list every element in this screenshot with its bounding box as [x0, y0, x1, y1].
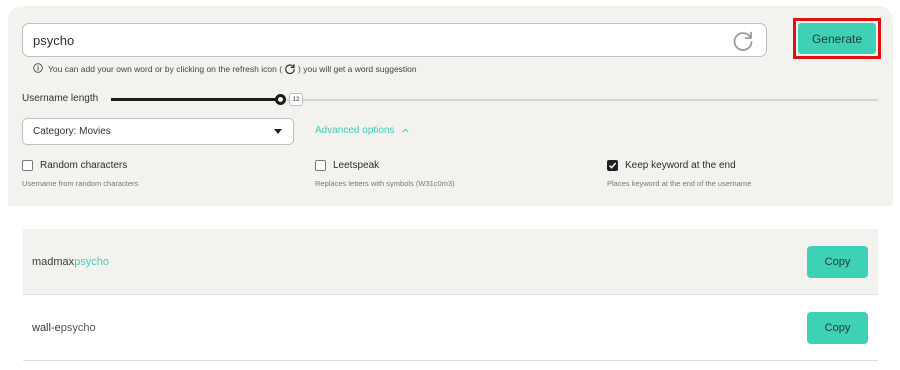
option-keep-keyword-end: Keep keyword at the end Places keyword a…	[607, 160, 751, 188]
generate-highlight: Generate	[793, 18, 881, 59]
username-keyword: psycho	[60, 322, 96, 334]
username-length-slider[interactable]: 12	[111, 93, 878, 107]
username-length-label: Username length	[22, 93, 99, 104]
copy-button[interactable]: Copy	[807, 312, 868, 344]
option-leetspeak: Leetspeak Replaces letters with symbols …	[315, 160, 455, 188]
chevron-up-icon	[401, 125, 409, 136]
option-label: Keep keyword at the end	[625, 160, 736, 171]
option-description: Username from random characters	[22, 179, 139, 188]
keyword-field[interactable]	[22, 23, 767, 57]
refresh-icon[interactable]	[730, 28, 756, 54]
list-item: wall-epsycho Copy	[23, 295, 878, 361]
username-prefix: wall-e	[32, 322, 61, 334]
random-characters-checkbox[interactable]	[22, 160, 33, 171]
info-icon	[33, 63, 43, 75]
copy-button[interactable]: Copy	[807, 246, 868, 278]
keyword-hint: You can add your own word or by clicking…	[33, 62, 417, 76]
category-selected: Category: Movies	[33, 126, 111, 137]
keep-keyword-end-checkbox[interactable]	[607, 160, 618, 171]
username-text: wall-epsycho	[32, 295, 96, 361]
username-keyword: psycho	[74, 256, 110, 268]
username-prefix: madmax	[32, 256, 75, 268]
keyword-input[interactable]	[33, 24, 713, 56]
option-description: Replaces letters with symbols (W31c0m3)	[315, 179, 455, 188]
advanced-options-toggle[interactable]: Advanced options	[315, 125, 409, 136]
generate-button[interactable]: Generate	[798, 23, 876, 54]
leetspeak-checkbox[interactable]	[315, 160, 326, 171]
list-item: madmaxpsycho Copy	[23, 229, 878, 295]
option-random-characters: Random characters Username from random c…	[22, 160, 138, 188]
slider-fill	[111, 98, 280, 101]
results-list: madmaxpsycho Copy wall-epsycho Copy	[23, 229, 878, 361]
chevron-down-icon	[274, 129, 282, 134]
slider-value: 12	[289, 93, 303, 106]
slider-thumb[interactable]	[275, 94, 286, 105]
hint-text-end: ) you will get a word suggestion	[298, 64, 417, 74]
option-label: Random characters	[40, 160, 128, 171]
option-label: Leetspeak	[333, 160, 380, 171]
option-description: Places keyword at the end of the usernam…	[607, 179, 752, 188]
advanced-options-label: Advanced options	[315, 125, 395, 136]
check-icon	[609, 162, 617, 169]
hint-text-start: You can add your own word or by clicking…	[48, 64, 283, 74]
refresh-icon-inline	[284, 63, 296, 75]
category-select[interactable]: Category: Movies	[22, 118, 294, 145]
username-text: madmaxpsycho	[32, 229, 109, 295]
